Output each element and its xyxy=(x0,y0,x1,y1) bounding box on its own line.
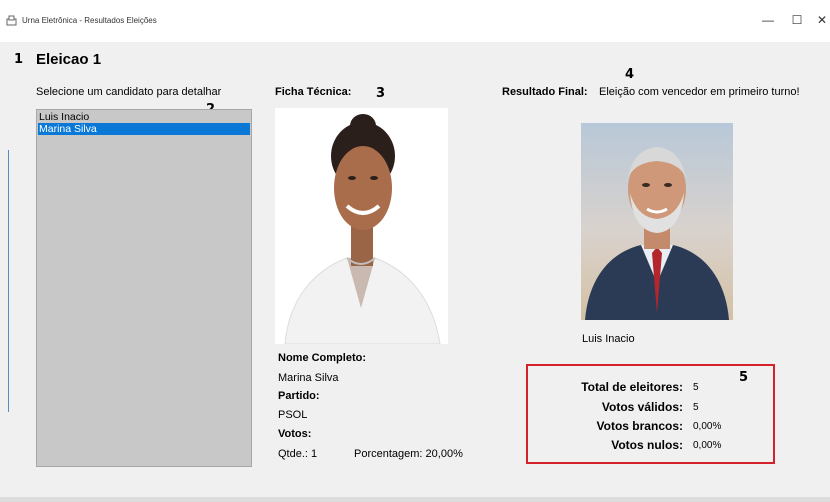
partido-value: PSOL xyxy=(278,409,308,421)
close-icon: ✕ xyxy=(816,13,828,27)
resultado-message: Eleição com vencedor em primeiro turno! xyxy=(599,86,800,98)
votos-brancos-value: 0,00% xyxy=(693,421,722,432)
winner-photo xyxy=(581,123,733,320)
votos-validos-value: 5 xyxy=(693,402,699,413)
votos-label: Votos: xyxy=(278,428,312,440)
left-edge-line xyxy=(8,150,9,412)
winner-portrait-image xyxy=(585,147,729,320)
candidate-photo xyxy=(275,108,448,344)
total-eleitores-label: Total de eleitores: xyxy=(581,380,683,394)
ficha-heading: Ficha Técnica: xyxy=(275,86,352,98)
nome-label: Nome Completo: xyxy=(278,352,366,364)
close-button[interactable]: ✕ xyxy=(812,11,830,29)
candidate-item-luis-inacio[interactable]: Luis Inacio xyxy=(38,111,250,123)
votos-nulos-label: Votos nulos: xyxy=(611,438,683,452)
minimize-icon: — xyxy=(762,13,774,27)
partido-label: Partido: xyxy=(278,390,320,402)
votos-brancos-label: Votos brancos: xyxy=(596,419,683,433)
votos-validos-label: Votos válidos: xyxy=(601,400,683,414)
candidate-portrait-image xyxy=(275,108,448,344)
annotation-4: 4 xyxy=(625,67,635,82)
election-title: Eleicao 1 xyxy=(36,51,102,68)
annotation-1: 1 xyxy=(14,52,24,67)
candidate-item-marina-silva[interactable]: Marina Silva xyxy=(38,123,250,135)
candidate-listbox[interactable]: Luis Inacio Marina Silva xyxy=(36,109,252,467)
window-title: Urna Eletrônica - Resultados Eleições xyxy=(22,16,157,25)
maximize-icon: ☐ xyxy=(791,13,803,27)
ballot-box-icon xyxy=(6,15,17,26)
votos-qtde: Qtde.: 1 xyxy=(278,448,318,460)
minimize-button[interactable]: — xyxy=(758,11,778,29)
annotation-3: 3 xyxy=(376,86,386,101)
winner-name: Luis Inacio xyxy=(582,333,635,345)
maximize-button[interactable]: ☐ xyxy=(787,11,807,29)
resultado-heading: Resultado Final: xyxy=(502,86,588,98)
votos-nulos-value: 0,00% xyxy=(693,440,722,451)
votos-porcentagem: Porcentagem: 20,00% xyxy=(354,448,463,460)
title-bar: Urna Eletrônica - Resultados Eleições — … xyxy=(0,0,830,42)
bottom-strip xyxy=(0,497,830,502)
nome-value: Marina Silva xyxy=(278,372,339,384)
total-eleitores-value: 5 xyxy=(693,382,699,393)
candidate-list-prompt: Selecione um candidato para detalhar xyxy=(36,86,222,98)
